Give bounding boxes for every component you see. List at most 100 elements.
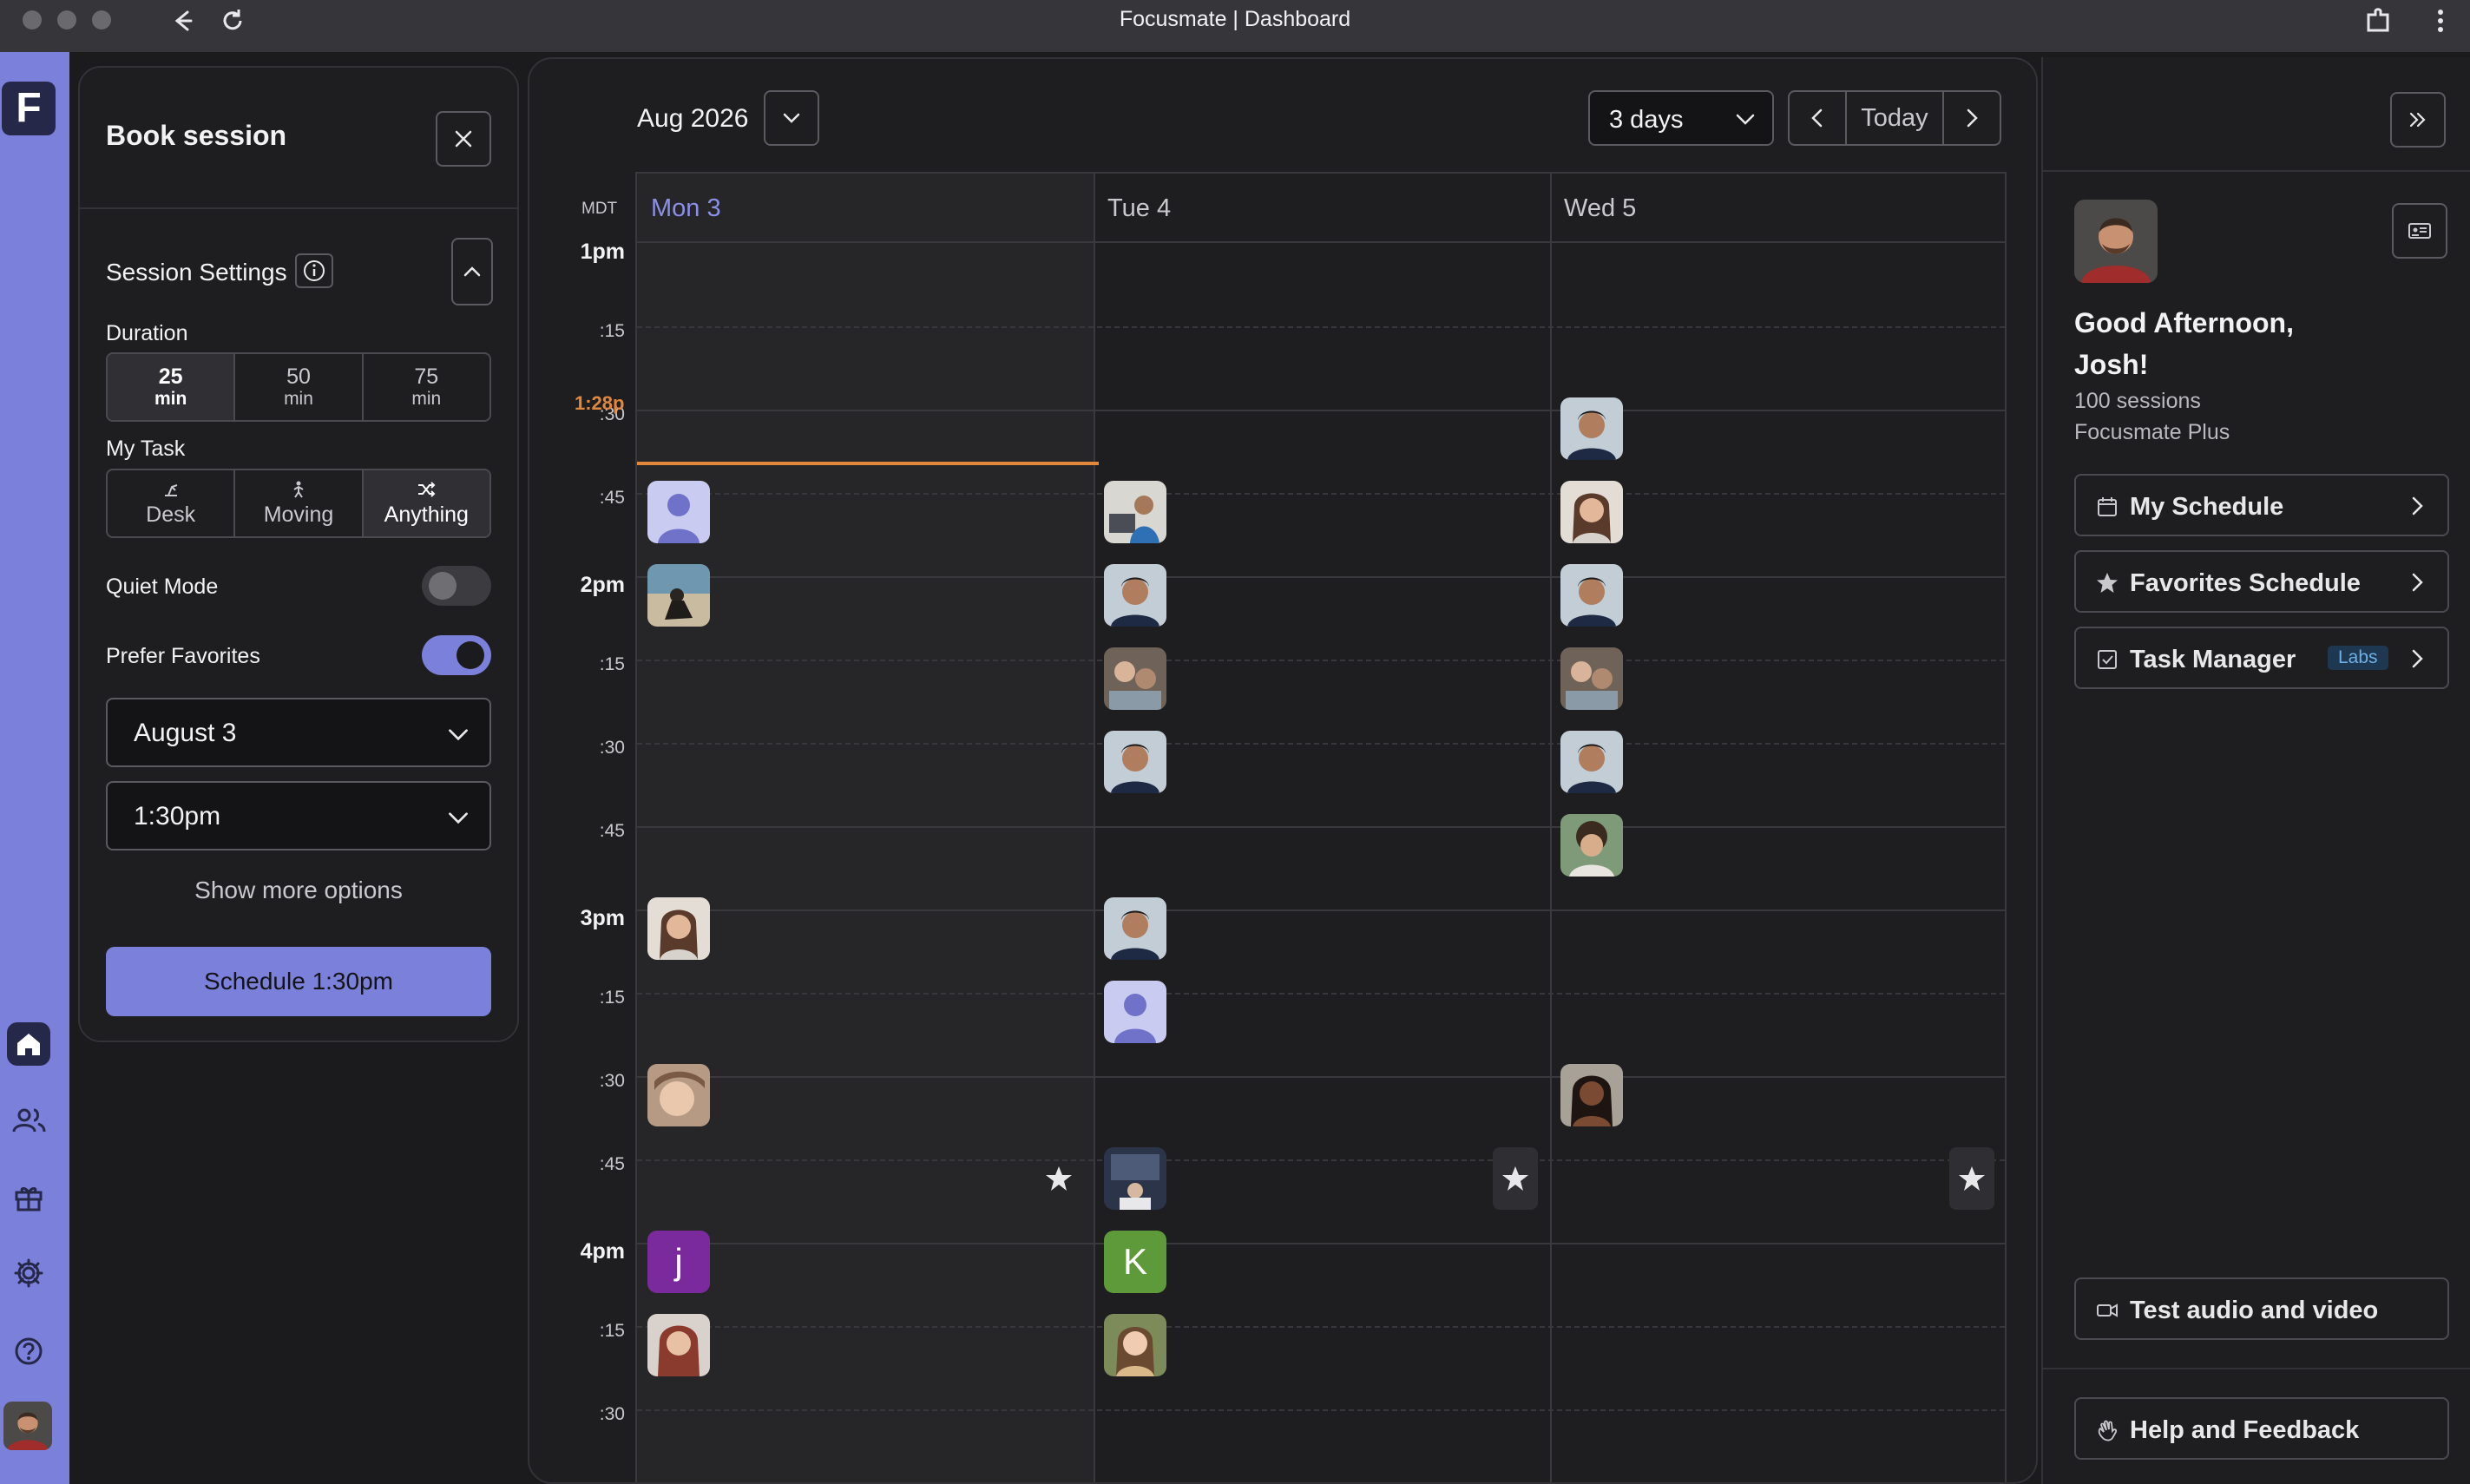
task-option-desk[interactable]: Desk [108,470,236,536]
favorite-star-button[interactable] [1493,1147,1538,1210]
focusmate-logo[interactable]: F [2,82,56,135]
today-button[interactable]: Today [1845,92,1944,144]
session-avatar-letter[interactable]: K [1104,1231,1166,1293]
id-card-icon [2408,223,2431,239]
task-manager-label: Task Manager [2130,646,2296,673]
session-avatar[interactable] [1104,1314,1166,1376]
view-range-select[interactable]: 3 days [1588,90,1774,146]
session-avatar[interactable] [647,481,710,543]
session-avatar[interactable] [647,1064,710,1126]
chevron-right-icon [2412,496,2423,515]
collapse-settings-button[interactable] [451,238,493,305]
session-avatar[interactable] [1560,731,1623,793]
session-avatar[interactable] [647,897,710,960]
double-chevron-right-icon [2409,112,2426,128]
toggle-knob [429,572,457,600]
time-label: :30 [599,738,625,758]
task-manager-button[interactable]: Task Manager Labs [2074,627,2449,689]
session-avatar[interactable] [1104,1147,1166,1210]
timezone-label: MDT [581,200,618,218]
quiet-mode-label: Quiet Mode [106,575,219,599]
session-avatar[interactable] [1104,981,1166,1043]
date-navigation: Today [1788,90,2001,146]
task-option-moving[interactable]: Moving [235,470,364,536]
duration-unit: min [154,389,187,409]
session-avatar[interactable] [1560,481,1623,543]
prefer-favorites-toggle[interactable] [422,635,491,675]
extension-icon[interactable] [2361,3,2395,38]
chevron-up-icon [463,266,481,277]
session-avatar[interactable] [1104,647,1166,710]
greeting: Good Afternoon, Josh! [2074,307,2294,380]
video-camera-icon [2097,1303,2118,1317]
profile-avatar[interactable] [2074,200,2158,283]
day-header-mon[interactable]: Mon 3 [651,194,721,223]
people-icon[interactable] [7,1099,50,1142]
grid-line [637,909,2005,911]
session-avatar[interactable] [1560,564,1623,627]
chevron-right-icon [2412,649,2423,668]
previous-button[interactable] [1790,92,1845,144]
duration-option-25[interactable]: 25 min [108,354,236,420]
more-vertical-icon[interactable] [2423,3,2458,38]
grid-line [637,660,2005,661]
time-label: :15 [599,321,625,341]
session-avatar[interactable] [1104,564,1166,627]
session-avatar[interactable] [1104,731,1166,793]
time-label: 2pm [580,573,625,597]
desk-icon [164,483,177,496]
day-header-wed[interactable]: Wed 5 [1564,194,1636,223]
favorite-star-button[interactable] [1949,1147,1994,1210]
gift-icon[interactable] [7,1175,50,1218]
star-icon [1959,1166,1985,1191]
grid-line [637,743,2005,745]
show-more-options-link[interactable]: Show more options [106,877,491,904]
session-settings-label: Session Settings [106,259,287,286]
home-icon[interactable] [7,1022,50,1066]
session-avatar[interactable] [1104,481,1166,543]
test-audio-video-button[interactable]: Test audio and video [2074,1277,2449,1340]
close-icon [455,130,472,148]
help-feedback-button[interactable]: Help and Feedback [2074,1397,2449,1460]
favorite-star-button[interactable] [1036,1147,1081,1210]
duration-option-50[interactable]: 50 min [235,354,364,420]
day-header-tue[interactable]: Tue 4 [1107,194,1171,223]
chevron-right-icon [2412,573,2423,592]
task-option-anything[interactable]: Anything [363,470,489,536]
session-avatar[interactable] [647,1314,710,1376]
time-select[interactable]: 1:30pm [106,781,491,850]
session-avatar-letter[interactable]: j [647,1231,710,1293]
help-feedback-label: Help and Feedback [2130,1416,2360,1444]
plan-name: Focusmate Plus [2074,420,2230,444]
column-divider [1094,174,1095,1482]
session-count: 100 sessions [2074,389,2201,413]
collapse-panel-button[interactable] [2390,92,2446,148]
star-icon [1502,1166,1528,1191]
info-icon[interactable] [295,253,333,288]
window-titlebar: Focusmate | Dashboard [0,0,2470,52]
favorites-schedule-button[interactable]: Favorites Schedule [2074,550,2449,613]
window-title: Focusmate | Dashboard [1119,7,1351,31]
profile-card-button[interactable] [2392,203,2447,259]
gear-icon[interactable] [7,1251,50,1295]
schedule-button[interactable]: Schedule 1:30pm [106,947,491,1016]
help-icon[interactable] [7,1330,50,1373]
month-picker-button[interactable] [764,90,819,146]
month-label: Aug 2026 [637,104,749,133]
next-button[interactable] [1944,92,2000,144]
session-avatar[interactable] [1560,1064,1623,1126]
quiet-mode-toggle[interactable] [422,566,491,606]
grid-line [637,826,2005,828]
close-button[interactable] [436,111,491,167]
profile-panel: Good Afternoon, Josh! 100 sessions Focus… [2041,57,2470,1484]
time-label: 4pm [580,1239,625,1264]
session-avatar[interactable] [1560,397,1623,460]
session-avatar[interactable] [1104,897,1166,960]
date-select[interactable]: August 3 [106,698,491,767]
duration-option-75[interactable]: 75 min [364,354,489,420]
my-schedule-button[interactable]: My Schedule [2074,474,2449,536]
user-avatar[interactable] [3,1402,52,1450]
session-avatar[interactable] [647,564,710,627]
session-avatar[interactable] [1560,814,1623,877]
session-avatar[interactable] [1560,647,1623,710]
